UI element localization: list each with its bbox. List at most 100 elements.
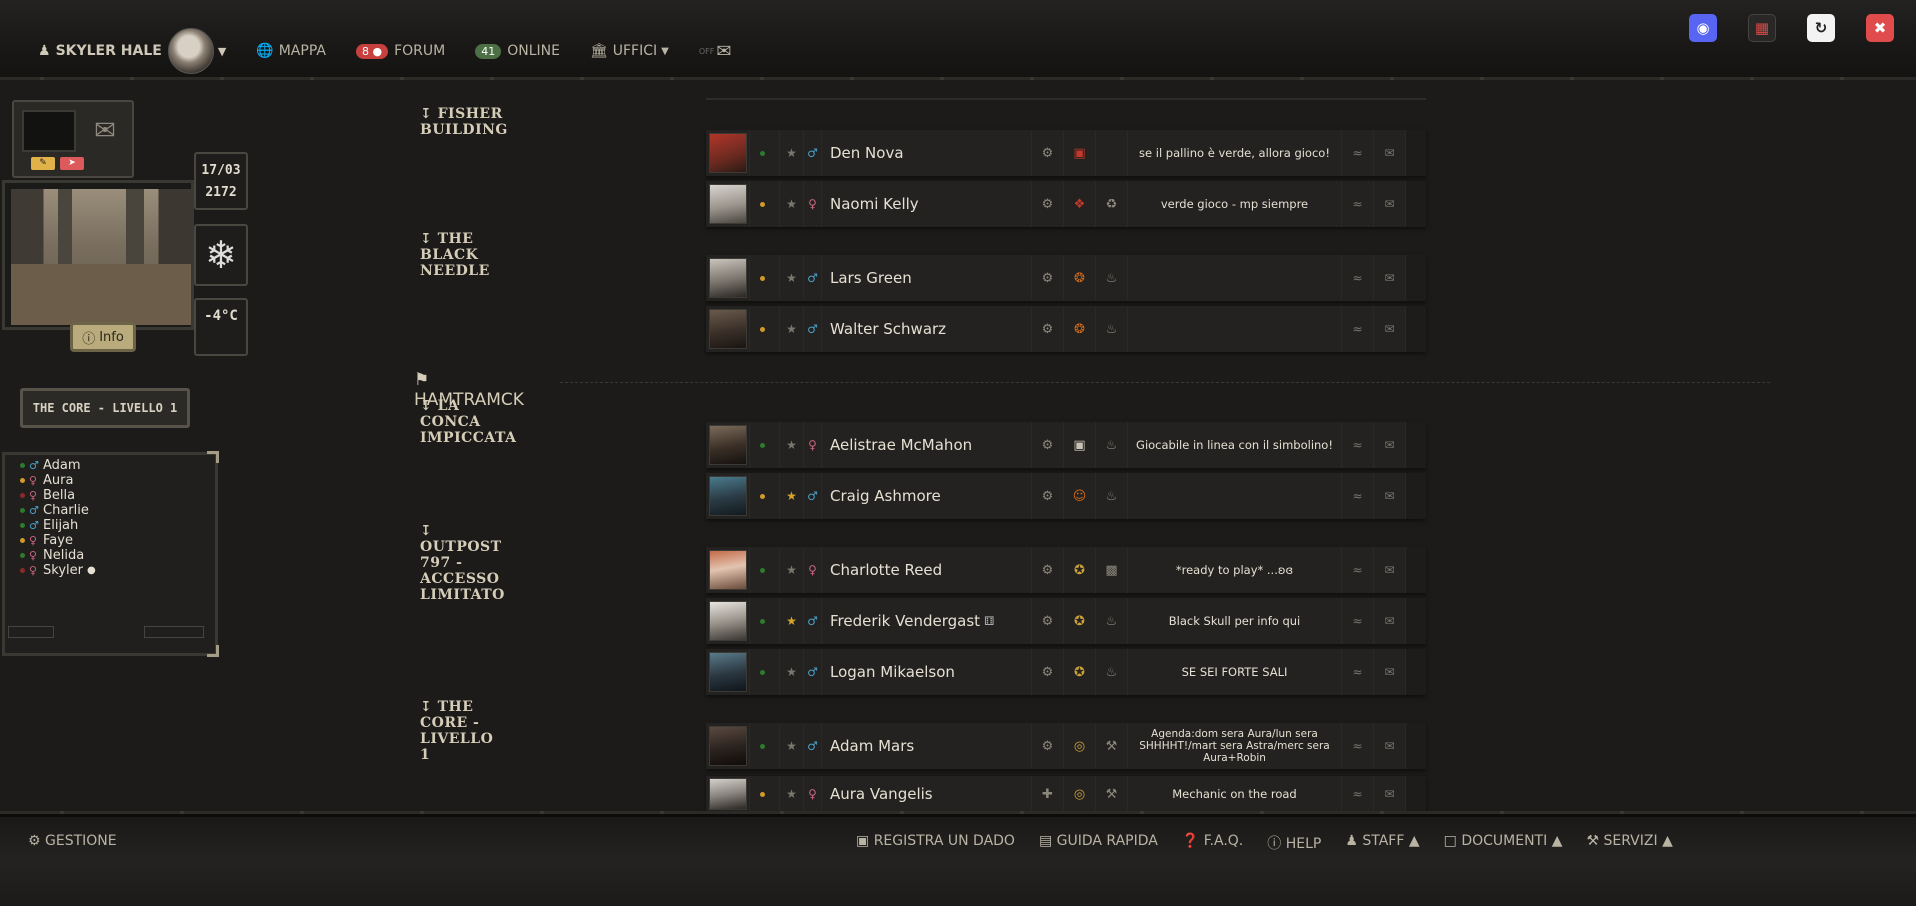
table-row[interactable]: ★ ♀ Aelistrae McMahon ⚙ ▣ ♨ Giocabile in… (706, 422, 1426, 468)
table-row[interactable]: ★ ♀ Charlotte Reed ⚙ ✪ ▩ *ready to play*… (706, 547, 1426, 593)
status-cell (750, 181, 780, 227)
character-avatar[interactable] (706, 306, 750, 352)
female-icon: ♀ (804, 776, 822, 812)
send-icon[interactable]: ➤ (60, 157, 84, 170)
list-item[interactable]: ♀ Bella (20, 488, 96, 503)
list-item[interactable]: ♂ Elijah (20, 518, 96, 533)
character-name-text: Frederik Vendergast (830, 612, 981, 630)
character-name[interactable]: Naomi Kelly (822, 181, 1032, 227)
envelope-icon[interactable]: ✉ (1374, 181, 1406, 227)
list-item[interactable]: ♀ Aura (20, 473, 96, 488)
character-avatar[interactable] (706, 181, 750, 227)
character-name[interactable]: Craig Ashmore (822, 473, 1032, 519)
user-menu[interactable]: ♟ SKYLER HALE ▼ (38, 28, 226, 74)
list-control-right[interactable] (144, 626, 204, 638)
character-name[interactable]: Aura Vangelis (822, 776, 1032, 812)
star-icon[interactable]: ★ (780, 130, 804, 176)
guida-rapida-link[interactable]: ▤ GUIDA RAPIDA (1039, 833, 1158, 853)
character-avatar[interactable] (706, 723, 750, 769)
character-avatar[interactable] (706, 598, 750, 644)
table-row[interactable]: ★ ♀ Aura Vangelis ✚ ◎ ⚒ Mechanic on the … (706, 776, 1426, 812)
chevron-down-icon[interactable]: ▼ (218, 45, 226, 58)
character-avatar[interactable] (706, 473, 750, 519)
star-icon[interactable]: ★ (780, 723, 804, 769)
character-avatar[interactable] (706, 130, 750, 176)
character-avatar[interactable] (706, 649, 750, 695)
star-icon[interactable]: ★ (780, 473, 804, 519)
character-name[interactable]: Frederik Vendergast ⚅ (822, 598, 1032, 644)
character-name[interactable]: Walter Schwarz (822, 306, 1032, 352)
envelope-icon[interactable]: ✉ (1374, 776, 1406, 812)
list-control-left[interactable] (8, 626, 54, 638)
table-row[interactable]: ★ ♂ Walter Schwarz ⚙ ❂ ♨ ≈ ✉ (706, 306, 1426, 352)
edit-icon[interactable]: ✎ (31, 157, 55, 170)
character-name[interactable]: Adam Mars (822, 723, 1032, 769)
character-name[interactable]: Den Nova (822, 130, 1032, 176)
envelope-icon[interactable]: ✉ (1374, 598, 1406, 644)
star-icon[interactable]: ★ (780, 422, 804, 468)
list-item[interactable]: ♀ Nelida (20, 548, 96, 563)
bank-icon: 🏛 (589, 43, 608, 59)
discord-icon[interactable]: ◉ (1689, 14, 1717, 42)
envelope-icon[interactable]: ✉ (1374, 255, 1406, 301)
table-row[interactable]: ★ ♀ Naomi Kelly ⚙ ❖ ♻ verde gioco - mp s… (706, 181, 1426, 227)
envelope-icon[interactable]: ✉ (84, 112, 126, 150)
nav-mappa[interactable]: 🌐 MAPPA (256, 43, 326, 59)
envelope-icon[interactable]: ✉ (1374, 130, 1406, 176)
character-avatar[interactable] (706, 776, 750, 812)
character-avatar[interactable] (706, 422, 750, 468)
close-icon[interactable]: ✖ (1866, 14, 1894, 42)
nav-forum[interactable]: 8 ● FORUM (355, 43, 445, 59)
flame-icon: ♨ (1096, 598, 1128, 644)
list-item[interactable]: ♂ Adam (20, 458, 96, 473)
envelope-icon[interactable]: ✉ (1374, 473, 1406, 519)
avatar (708, 258, 747, 298)
star-icon[interactable]: ★ (780, 776, 804, 812)
character-name[interactable]: Logan Mikaelson (822, 649, 1032, 695)
table-row[interactable]: ★ ♂ Adam Mars ⚙ ◎ ⚒ Agenda:dom sera Aura… (706, 723, 1426, 769)
envelope-icon[interactable]: ✉ (1374, 422, 1406, 468)
nav-uffici[interactable]: 🏛 UFFICI ▼ (590, 43, 669, 59)
table-row[interactable]: ★ ♂ Den Nova ⚙ ▣ se il pallino è verde, … (706, 130, 1426, 176)
star-icon[interactable]: ★ (780, 547, 804, 593)
envelope-icon[interactable]: ✉ (1374, 649, 1406, 695)
servizi-link[interactable]: ⚒ SERVIZI ▲ (1586, 833, 1672, 853)
wifi-icon: ≈ (1342, 306, 1374, 352)
star-icon[interactable]: ★ (780, 255, 804, 301)
character-avatar[interactable] (706, 547, 750, 593)
table-row[interactable]: ★ ♂ Frederik Vendergast ⚅ ⚙ ✪ ♨ Black Sku… (706, 598, 1426, 644)
list-item[interactable]: ♀ Skyler ● (20, 563, 96, 578)
table-row[interactable]: ★ ♂ Craig Ashmore ⚙ ☺ ♨ ≈ ✉ (706, 473, 1426, 519)
refresh-icon[interactable]: ↻ (1807, 14, 1835, 42)
character-avatar[interactable] (706, 255, 750, 301)
character-name[interactable]: Charlotte Reed (822, 547, 1032, 593)
registra-dado-link[interactable]: ▣ REGISTRA UN DADO (856, 833, 1015, 853)
star-icon[interactable]: ★ (780, 306, 804, 352)
faq-link[interactable]: ❓ F.A.Q. (1182, 833, 1243, 853)
envelope-icon[interactable]: ✉ (1374, 723, 1406, 769)
staff-link[interactable]: ♟ STAFF ▲ (1345, 833, 1419, 853)
nav-messages[interactable]: OFF ✉ (699, 41, 732, 62)
list-item[interactable]: ♀ Faye (20, 533, 96, 548)
avatar[interactable] (167, 28, 214, 74)
calendar-icon[interactable]: ▦ (1748, 14, 1776, 42)
star-icon[interactable]: ★ (780, 181, 804, 227)
table-row[interactable]: ★ ♂ Logan Mikaelson ⚙ ✪ ♨ SE SEI FORTE S… (706, 649, 1426, 695)
envelope-icon[interactable]: ✉ (1374, 306, 1406, 352)
star-icon[interactable]: ★ (780, 649, 804, 695)
cube-icon: ▣ (856, 833, 870, 849)
gestione-link[interactable]: ⚙ GESTIONE (28, 833, 117, 849)
table-row[interactable]: ★ ♂ Lars Green ⚙ ❂ ♨ ≈ ✉ (706, 255, 1426, 301)
divider (706, 98, 1426, 100)
envelope-icon[interactable]: ✉ (1374, 547, 1406, 593)
star-icon[interactable]: ★ (780, 598, 804, 644)
character-name[interactable]: Lars Green (822, 255, 1032, 301)
character-name[interactable]: Aelistrae McMahon (822, 422, 1032, 468)
list-item[interactable]: ♂ Charlie (20, 503, 96, 518)
documenti-link[interactable]: □ DOCUMENTI ▲ (1444, 833, 1563, 853)
nav-online[interactable]: 41 ONLINE (475, 43, 560, 59)
wrench-icon: ⚒ (1096, 776, 1128, 812)
help-link[interactable]: ⓘ HELP (1267, 833, 1321, 853)
info-button[interactable]: ⓘ Info (70, 322, 136, 352)
character-name: Nelida (43, 548, 85, 563)
